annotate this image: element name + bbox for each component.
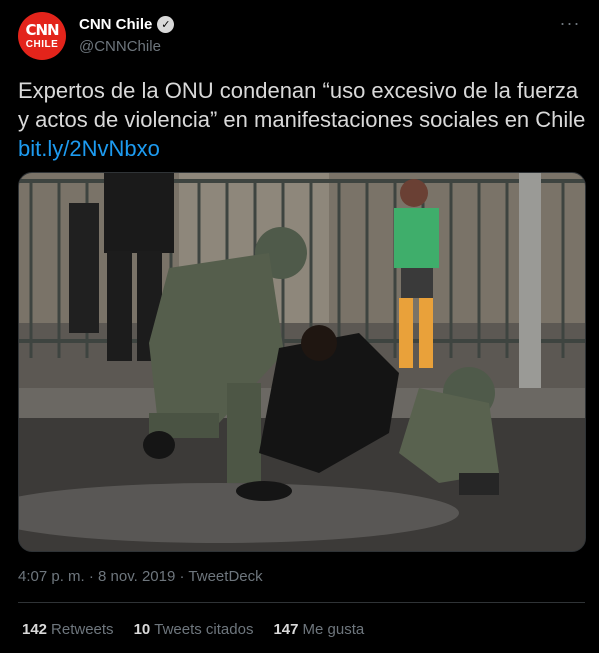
tweet-header: CNN CHILE CNN Chile ✓ @CNNChile ··· (18, 12, 585, 60)
meta-separator: · (179, 568, 185, 585)
tweet-meta: 4:07 p. m. · 8 nov. 2019 · TweetDeck (18, 568, 263, 585)
more-options-icon[interactable]: ··· (555, 12, 585, 38)
tweet-date[interactable]: 8 nov. 2019 (98, 568, 175, 585)
tweet-time[interactable]: 4:07 p. m. (18, 568, 85, 585)
likes-label: Me gusta (302, 621, 365, 638)
photo-illustration (19, 173, 585, 551)
retweets-label: Retweets (51, 621, 114, 638)
retweets-stat[interactable]: 142 Retweets (22, 621, 114, 638)
tweet-body: Expertos de la ONU condenan “uso excesiv… (18, 78, 586, 132)
avatar-logo-text: CNN (25, 21, 59, 39)
tweet-text: Expertos de la ONU condenan “uso excesiv… (18, 76, 588, 163)
tweet-photo[interactable] (18, 172, 586, 552)
tweet-source[interactable]: TweetDeck (188, 568, 262, 585)
tweet-stats: 142 Retweets 10 Tweets citados 147 Me gu… (22, 621, 364, 638)
handle[interactable]: @CNNChile (79, 38, 161, 55)
quotes-label: Tweets citados (154, 621, 254, 638)
display-name[interactable]: CNN Chile (79, 16, 152, 33)
avatar-logo-subtext: CHILE (25, 39, 59, 50)
tweet-link[interactable]: bit.ly/2NvNbxo (18, 136, 160, 161)
quotes-count: 10 (133, 621, 151, 638)
divider (18, 602, 585, 603)
meta-separator: · (88, 568, 94, 585)
avatar[interactable]: CNN CHILE (18, 12, 66, 60)
retweets-count: 142 (22, 621, 48, 638)
quotes-stat[interactable]: 10 Tweets citados (134, 621, 254, 638)
name-line: CNN Chile ✓ (79, 16, 175, 33)
likes-count: 147 (273, 621, 299, 638)
likes-stat[interactable]: 147 Me gusta (273, 621, 364, 638)
verified-badge-icon: ✓ (157, 16, 175, 33)
